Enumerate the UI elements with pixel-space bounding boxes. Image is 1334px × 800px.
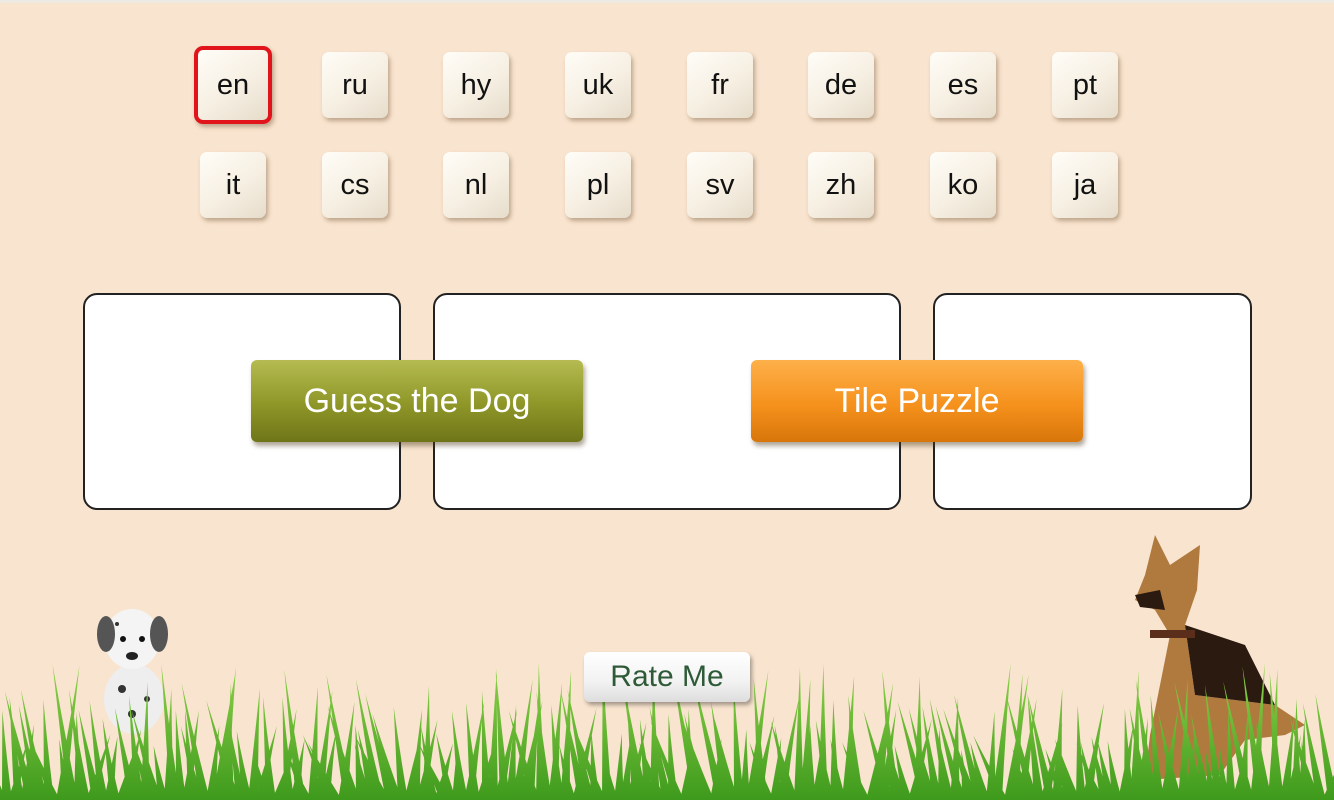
language-button-ko[interactable]: ko — [930, 152, 996, 218]
language-button-nl[interactable]: nl — [443, 152, 509, 218]
language-button-cs[interactable]: cs — [322, 152, 388, 218]
language-button-hy[interactable]: hy — [443, 52, 509, 118]
top-border — [0, 0, 1334, 3]
guess-the-dog-button[interactable]: Guess the Dog — [251, 360, 583, 442]
language-button-zh[interactable]: zh — [808, 152, 874, 218]
tile-puzzle-button[interactable]: Tile Puzzle — [751, 360, 1083, 442]
language-button-sv[interactable]: sv — [687, 152, 753, 218]
language-button-it[interactable]: it — [200, 152, 266, 218]
language-button-pt[interactable]: pt — [1052, 52, 1118, 118]
language-button-de[interactable]: de — [808, 52, 874, 118]
language-button-uk[interactable]: uk — [565, 52, 631, 118]
rate-me-button[interactable]: Rate Me — [584, 652, 750, 702]
language-button-ja[interactable]: ja — [1052, 152, 1118, 218]
language-button-en[interactable]: en — [194, 46, 272, 124]
language-button-es[interactable]: es — [930, 52, 996, 118]
language-button-ru[interactable]: ru — [322, 52, 388, 118]
language-button-fr[interactable]: fr — [687, 52, 753, 118]
language-button-pl[interactable]: pl — [565, 152, 631, 218]
